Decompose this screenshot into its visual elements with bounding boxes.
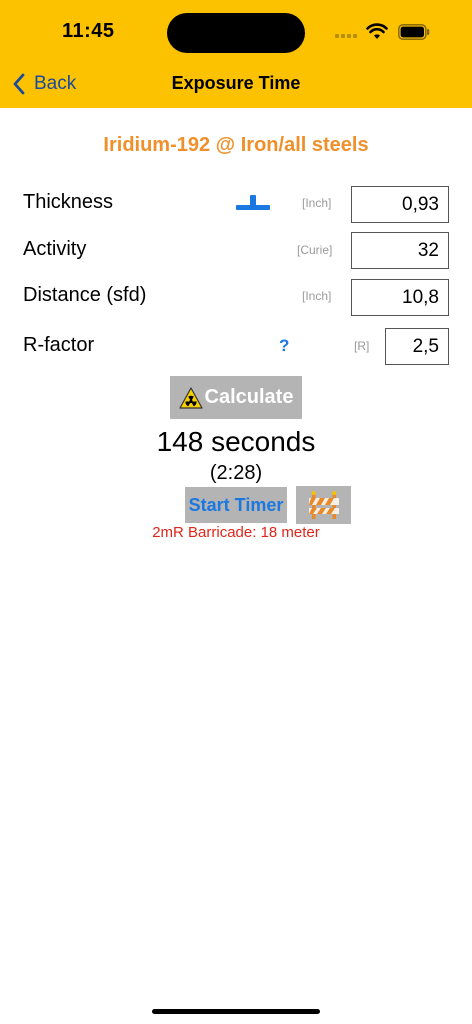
barricade-distance-text: 2mR Barricade: 18 meter xyxy=(152,524,320,541)
signal-icon xyxy=(335,34,357,38)
calculate-button[interactable]: Calculate xyxy=(170,376,302,419)
start-timer-button[interactable]: Start Timer xyxy=(185,487,287,523)
barricade-icon xyxy=(308,491,339,519)
distance-field[interactable] xyxy=(351,279,449,316)
rfactor-label: R-factor xyxy=(23,334,95,356)
activity-field[interactable] xyxy=(351,232,449,269)
distance-unit: [Inch] xyxy=(302,289,332,303)
header-bar: 11:45 Back Exposure Time xyxy=(0,0,472,108)
wifi-icon xyxy=(366,23,388,39)
result-formatted: (2:28) xyxy=(209,462,263,484)
status-time: 11:45 xyxy=(62,20,115,42)
page-title: Exposure Time xyxy=(171,73,301,93)
result-seconds: 148 seconds xyxy=(156,426,316,457)
thickness-unit: [Inch] xyxy=(302,196,332,210)
thickness-field[interactable] xyxy=(351,186,449,223)
rfactor-help-icon[interactable]: ? xyxy=(279,336,289,356)
isotope-material-title: Iridium-192 @ Iron/all steels xyxy=(103,134,369,156)
radiation-icon xyxy=(178,386,203,409)
thickness-label: Thickness xyxy=(23,191,114,213)
home-indicator[interactable] xyxy=(152,1009,320,1014)
battery-icon xyxy=(398,24,430,40)
distance-label: Distance (sfd) xyxy=(23,284,147,306)
dynamic-island xyxy=(167,13,305,53)
rfactor-field[interactable] xyxy=(385,328,449,365)
slider-icon[interactable] xyxy=(236,195,270,215)
rfactor-unit: [R] xyxy=(354,339,370,353)
activity-label: Activity xyxy=(23,238,87,260)
activity-unit: [Curie] xyxy=(297,243,333,257)
barricade-button[interactable] xyxy=(296,486,351,524)
calculate-label: Calculate xyxy=(204,386,294,408)
